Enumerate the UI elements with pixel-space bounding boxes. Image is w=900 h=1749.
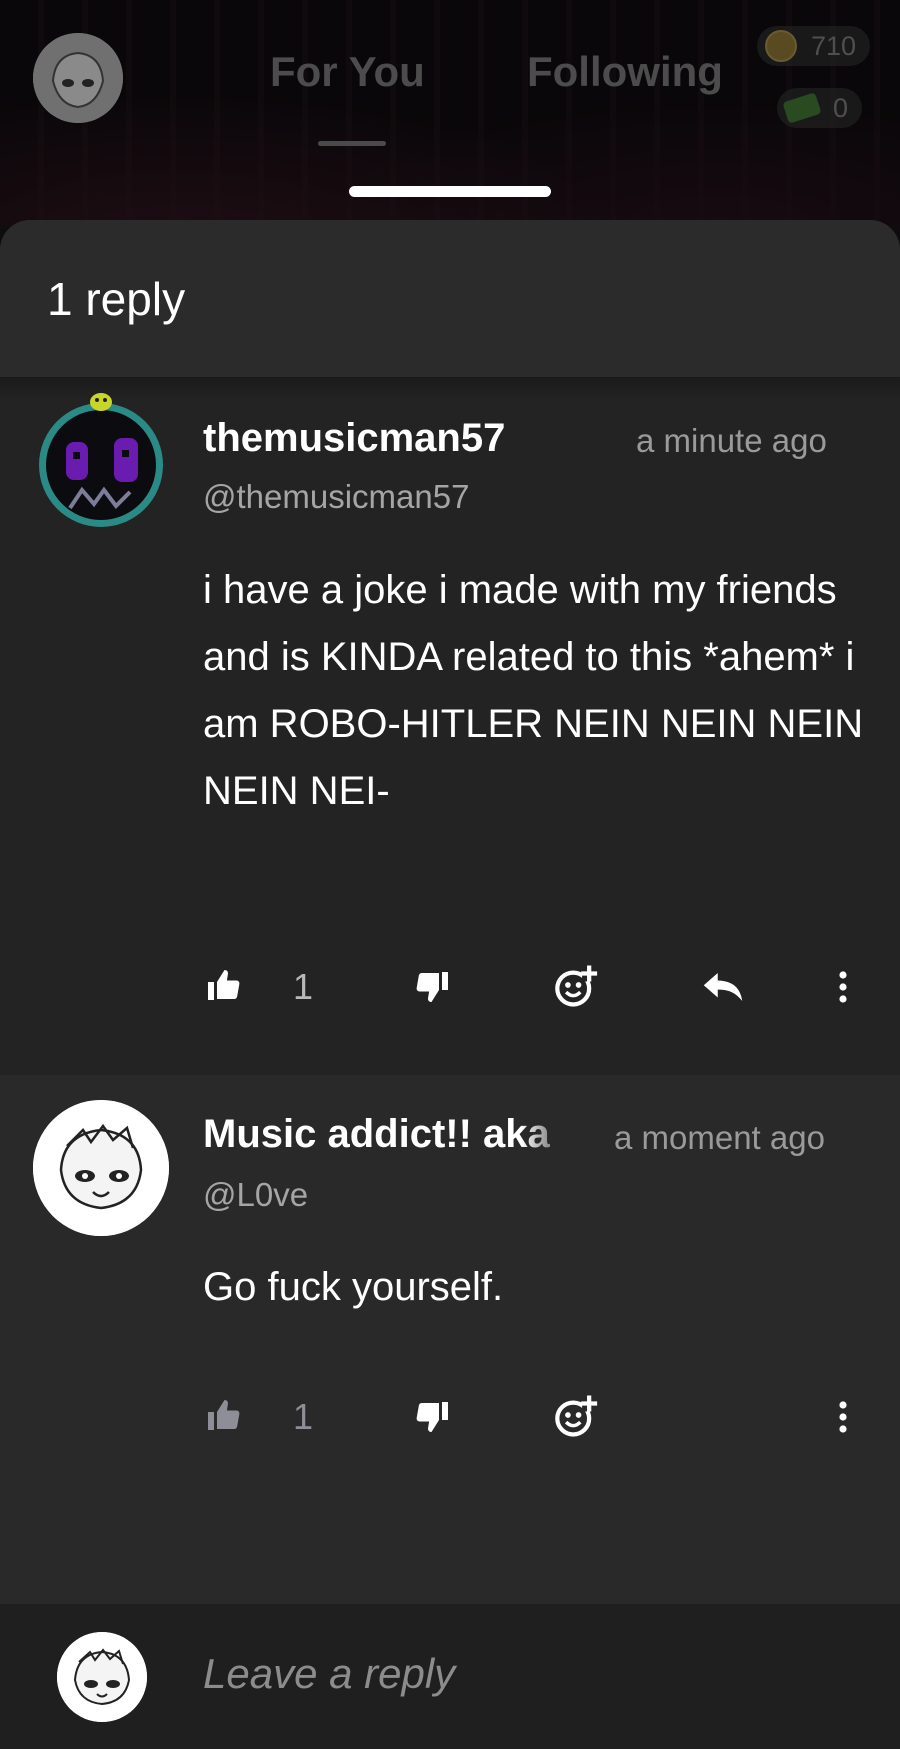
reply-handle[interactable]: @L0ve: [203, 1176, 308, 1214]
active-tab-indicator: [318, 141, 386, 146]
reply-dislike-button[interactable]: [410, 1394, 456, 1440]
coins-value: 710: [811, 30, 857, 61]
parent-like-count: 1: [293, 966, 314, 1007]
replies-sheet: 1 reply themusicman57 a minute ago @them…: [0, 220, 900, 1749]
reply-like-count: 1: [293, 1396, 314, 1437]
profile-avatar[interactable]: [33, 33, 123, 123]
parent-handle[interactable]: @themusicman57: [203, 478, 469, 516]
sheet-drag-handle[interactable]: [349, 186, 551, 197]
thumbs-down-icon: [416, 972, 448, 1002]
reply-commenter-avatar[interactable]: [33, 1100, 169, 1236]
tab-for-you[interactable]: For You: [270, 48, 425, 96]
add-reaction-icon: [555, 965, 598, 1007]
thumbs-down-icon: [416, 1402, 448, 1432]
cash-balance[interactable]: 0: [777, 88, 863, 128]
reply-timestamp: a moment ago: [614, 1119, 825, 1156]
reply-more-button[interactable]: [830, 1394, 856, 1440]
reply-comment-body: Go fuck yourself.: [203, 1265, 504, 1309]
sheet-header: 1 reply: [0, 220, 900, 377]
add-reaction-icon: [555, 1395, 598, 1437]
reply-username[interactable]: Music addict!! aka: [203, 1112, 573, 1157]
coins-balance[interactable]: 710: [757, 26, 871, 66]
parent-comment-body: i have a joke i made with my friends and…: [203, 568, 864, 813]
reply-input[interactable]: Leave a reply: [203, 1650, 455, 1698]
parent-more-button[interactable]: [830, 964, 856, 1010]
reply-count-title: 1 reply: [47, 273, 186, 325]
parent-add-reaction-button[interactable]: [550, 960, 600, 1010]
parent-reply-button[interactable]: [700, 964, 746, 1010]
parent-like-button[interactable]: [200, 962, 246, 1008]
coin-icon: [765, 30, 797, 62]
cash-value: 0: [833, 92, 849, 123]
reply-like-button[interactable]: [200, 1392, 246, 1438]
composer-avatar: [57, 1632, 147, 1722]
parent-username[interactable]: themusicman57: [203, 416, 505, 461]
cash-icon: [782, 92, 822, 124]
parent-dislike-button[interactable]: [410, 964, 456, 1010]
tab-following[interactable]: Following: [527, 48, 723, 96]
reply-arrow-icon: [703, 973, 743, 1001]
more-vertical-icon: [839, 1401, 847, 1433]
reply-add-reaction-button[interactable]: [550, 1390, 600, 1440]
parent-timestamp: a minute ago: [636, 422, 827, 459]
more-vertical-icon: [839, 971, 847, 1003]
thumbs-up-icon: [208, 1400, 240, 1430]
parent-commenter-avatar[interactable]: [30, 390, 172, 532]
page: For You Following 710 0 1 reply themusic…: [0, 0, 900, 1749]
thumbs-up-icon: [208, 970, 240, 1000]
